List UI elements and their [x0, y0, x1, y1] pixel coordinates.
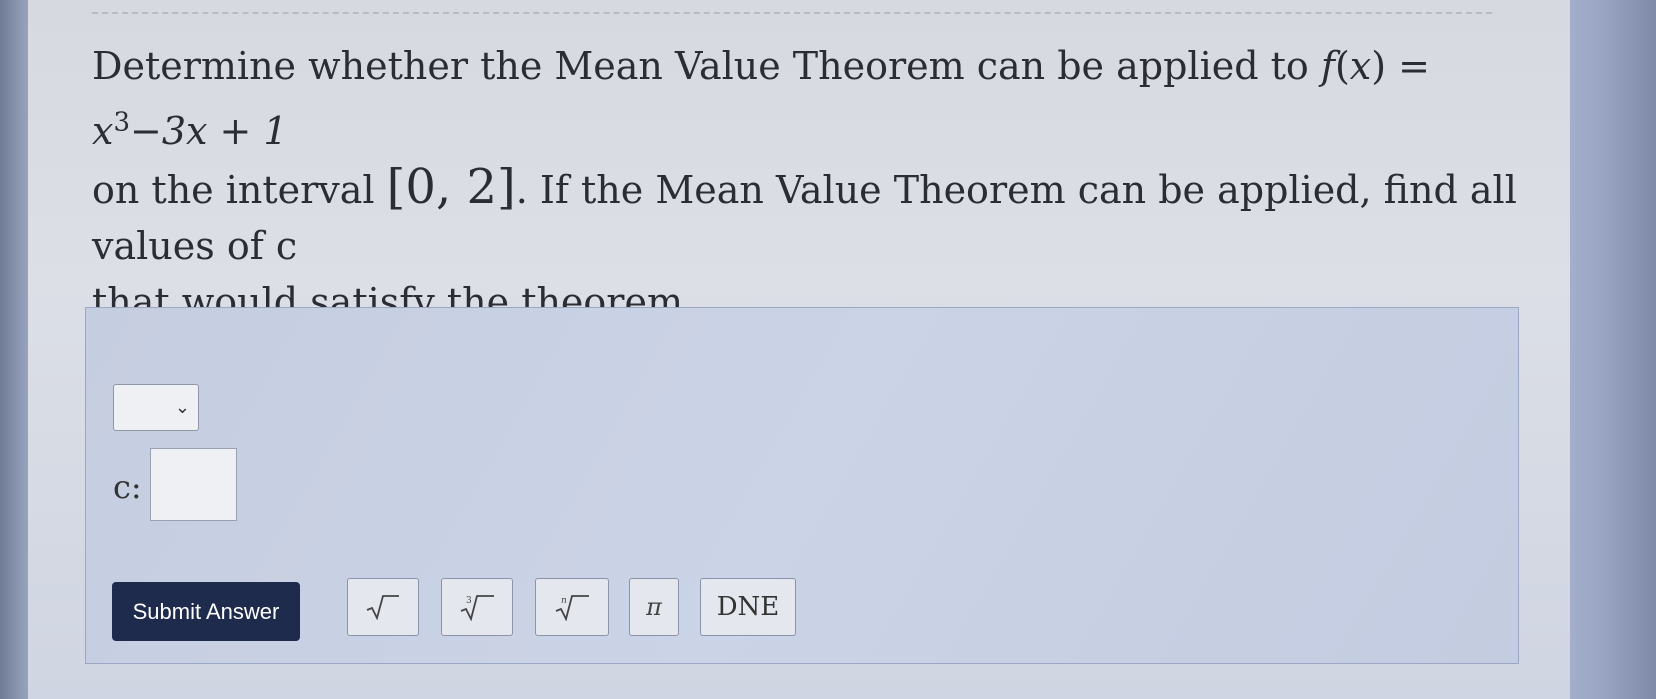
nth-root-button[interactable]: n [535, 578, 609, 636]
top-divider [92, 12, 1492, 14]
sqrt-button[interactable] [347, 578, 419, 636]
answer-panel [85, 307, 1519, 664]
c-input[interactable] [150, 448, 237, 521]
c-label: c: [113, 468, 142, 506]
function-var: x [1349, 44, 1372, 88]
cube-root-index: 3 [466, 596, 472, 606]
sqrt-icon [366, 595, 399, 620]
function-exponent: 3 [113, 107, 130, 137]
function-rest: −3x + 1 [129, 108, 288, 153]
mvt-applicability-select[interactable]: ⌄ [113, 384, 199, 431]
function-name: f [1320, 44, 1335, 88]
nth-root-icon: n [555, 595, 589, 621]
interval-value: [0, 2] [386, 158, 516, 215]
pi-button[interactable]: π [629, 578, 679, 636]
question-text: Determine whether the Mean Value Theorem… [92, 38, 1522, 330]
cube-root-button[interactable]: 3 [441, 578, 513, 636]
interval-prefix: on the interval [92, 167, 375, 212]
cube-root-icon: 3 [460, 595, 494, 621]
question-line-2: on the interval [0, 2]. If the Mean Valu… [92, 159, 1522, 274]
question-line1-text: Determine whether the Mean Value Theorem… [92, 44, 1309, 88]
function-base: x [92, 108, 114, 153]
dne-button[interactable]: DNE [700, 578, 796, 636]
nth-root-index: n [561, 596, 567, 606]
submit-answer-button[interactable]: Submit Answer [112, 582, 300, 641]
chevron-down-icon: ⌄ [174, 397, 190, 418]
question-line-1: Determine whether the Mean Value Theorem… [92, 38, 1522, 159]
